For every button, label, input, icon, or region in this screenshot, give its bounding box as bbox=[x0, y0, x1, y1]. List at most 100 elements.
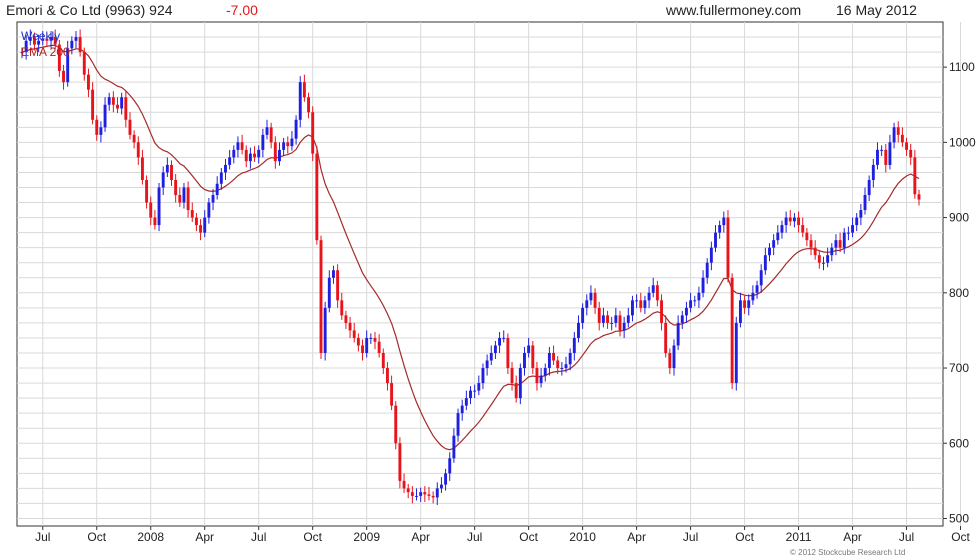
price-bar bbox=[178, 195, 182, 203]
price-bar bbox=[286, 142, 290, 147]
x-tick-label: 2008 bbox=[137, 530, 164, 544]
price-bar bbox=[535, 368, 539, 384]
x-tick-label: 2009 bbox=[353, 530, 380, 544]
price-bar bbox=[236, 142, 240, 150]
price-bar bbox=[755, 285, 759, 293]
price-bar bbox=[194, 217, 198, 226]
price-bar bbox=[269, 127, 273, 143]
price-bar bbox=[668, 352, 672, 369]
price-bar bbox=[581, 307, 585, 323]
price-change: -7.00 bbox=[226, 2, 258, 18]
y-tick-label: 500 bbox=[949, 511, 969, 525]
price-bar bbox=[768, 247, 771, 256]
price-bar bbox=[759, 270, 763, 286]
price-bar bbox=[253, 153, 257, 158]
price-bar bbox=[116, 104, 119, 109]
price-bar bbox=[601, 315, 605, 323]
price-bar bbox=[469, 390, 472, 399]
price-bar bbox=[577, 322, 580, 338]
price-bar bbox=[473, 390, 477, 392]
price-bar bbox=[431, 495, 435, 498]
price-bar bbox=[502, 337, 506, 339]
price-bar bbox=[157, 187, 161, 226]
price-bar bbox=[797, 217, 801, 226]
price-bar bbox=[622, 322, 626, 331]
price-bar bbox=[481, 368, 485, 384]
price-bar bbox=[514, 383, 518, 399]
price-bar bbox=[618, 315, 622, 331]
price-bar bbox=[161, 172, 165, 188]
price-bar bbox=[261, 134, 265, 150]
website-label: www.fullermoney.com bbox=[665, 2, 801, 18]
copyright-credit: © 2012 Stockcube Research Ltd bbox=[790, 548, 905, 557]
price-bar bbox=[651, 285, 655, 293]
y-tick-label: 800 bbox=[949, 286, 969, 300]
x-tick-label: Apr bbox=[843, 530, 862, 544]
price-bar bbox=[784, 217, 788, 226]
price-bar bbox=[174, 179, 178, 196]
price-bar bbox=[398, 443, 402, 481]
y-tick-label: 1000 bbox=[949, 135, 976, 149]
price-bar bbox=[406, 488, 410, 493]
price-bar bbox=[751, 292, 755, 301]
price-bar bbox=[344, 315, 348, 323]
price-bar bbox=[730, 277, 734, 384]
price-bar bbox=[718, 225, 722, 233]
x-tick-label: Jul bbox=[467, 530, 482, 544]
price-bar bbox=[452, 435, 456, 459]
price-bar bbox=[244, 149, 248, 162]
price-bar bbox=[564, 364, 568, 369]
price-bar bbox=[136, 142, 140, 158]
price-bar bbox=[99, 127, 103, 135]
price-bar bbox=[381, 352, 385, 369]
price-bar bbox=[240, 142, 244, 150]
price-bar bbox=[477, 383, 481, 391]
price-bar bbox=[91, 89, 95, 120]
price-bar bbox=[215, 183, 219, 196]
price-bar bbox=[896, 127, 900, 135]
price-bar bbox=[892, 127, 896, 143]
price-bar bbox=[186, 187, 190, 211]
price-bar bbox=[830, 247, 834, 256]
price-bar bbox=[385, 368, 389, 384]
x-tick-label: Oct bbox=[519, 530, 538, 544]
x-tick-label: Apr bbox=[627, 530, 646, 544]
price-bar bbox=[140, 157, 144, 180]
price-bar bbox=[689, 300, 693, 308]
x-tick-label: Apr bbox=[195, 530, 214, 544]
price-bar bbox=[626, 315, 630, 323]
price-bar bbox=[635, 300, 639, 302]
price-bar bbox=[822, 262, 825, 264]
price-bar bbox=[348, 322, 352, 331]
price-bar bbox=[826, 255, 830, 263]
price-bar bbox=[606, 315, 609, 323]
price-bar bbox=[518, 368, 522, 399]
legend-ema: EMA 200 bbox=[21, 45, 70, 59]
price-bar bbox=[410, 492, 414, 496]
x-tick-label: Apr bbox=[411, 530, 430, 544]
price-bar bbox=[78, 37, 82, 53]
price-bar bbox=[788, 217, 792, 222]
x-axis: Jul Oct 2008 Apr Jul Oct 2009 Apr Jul Oct 2010 Apr J… bbox=[35, 526, 971, 544]
price-bar bbox=[780, 225, 784, 233]
price-bar bbox=[86, 74, 90, 90]
price-bar bbox=[531, 345, 535, 369]
price-bar bbox=[684, 307, 688, 316]
x-tick-label: Jul bbox=[683, 530, 698, 544]
price-bar bbox=[228, 157, 232, 165]
price-bar bbox=[593, 292, 597, 308]
legend-weekly: Weekly bbox=[21, 29, 60, 43]
price-bar bbox=[124, 97, 128, 120]
price-bar bbox=[913, 157, 917, 195]
price-bar bbox=[340, 300, 344, 316]
price-bar bbox=[917, 194, 921, 200]
price-bar bbox=[394, 405, 398, 444]
price-bar bbox=[909, 149, 913, 158]
price-bar bbox=[273, 142, 277, 162]
price-bar bbox=[290, 138, 294, 147]
chart-title: Emori & Co Ltd (9963) 924 bbox=[6, 2, 173, 18]
price-bar bbox=[302, 82, 306, 98]
price-bar bbox=[319, 240, 323, 353]
price-bar bbox=[207, 202, 211, 218]
price-bar bbox=[327, 277, 331, 308]
